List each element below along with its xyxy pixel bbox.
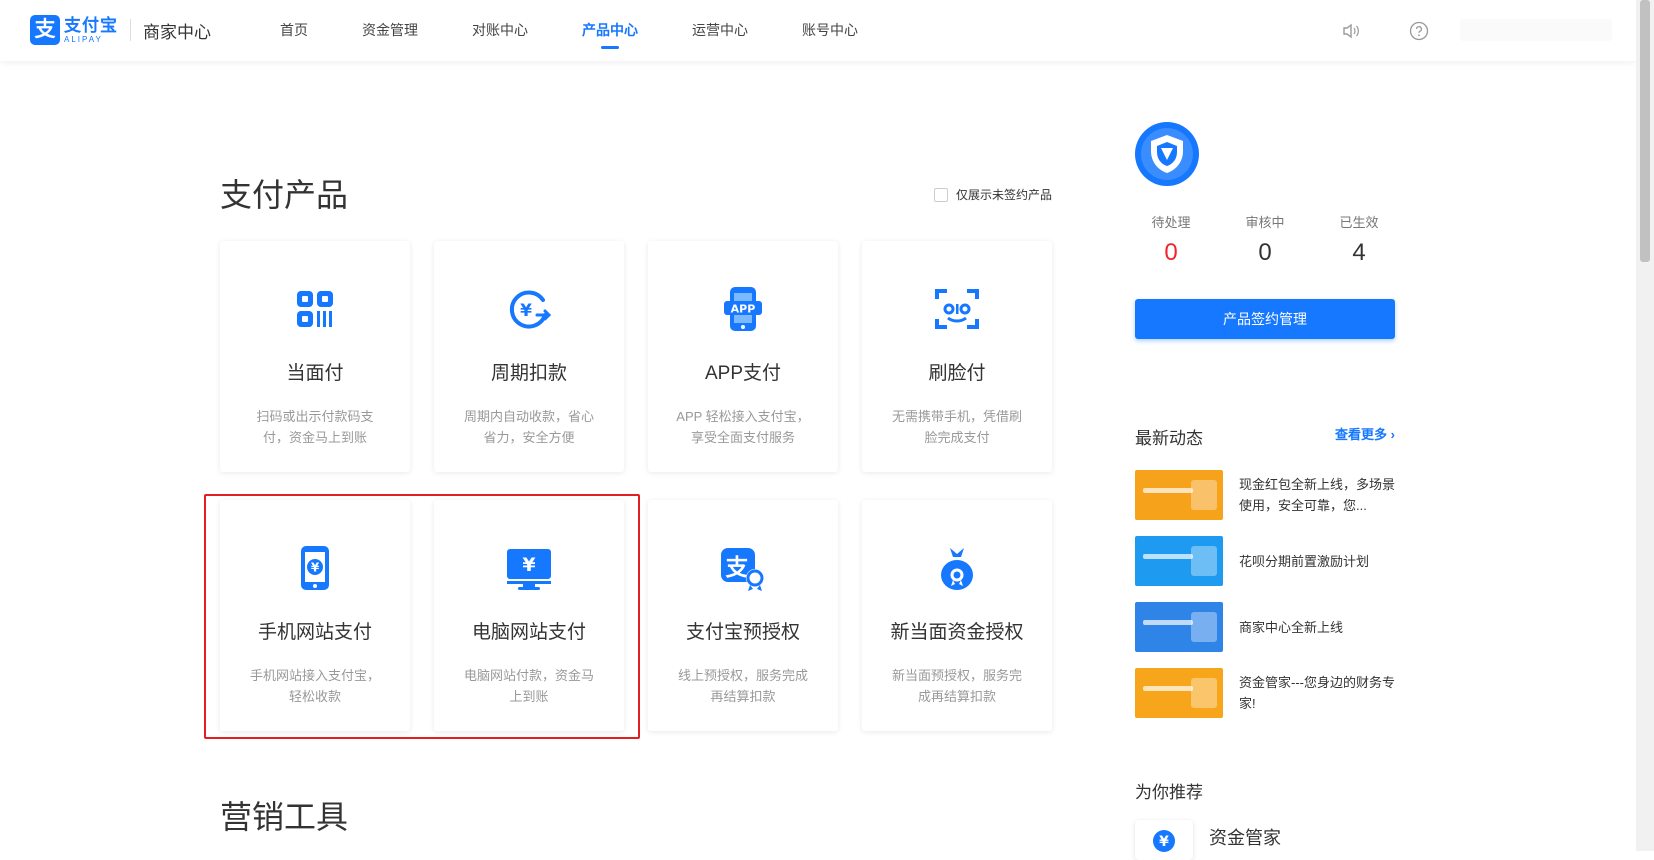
product-title: 手机网站支付 [257,622,372,643]
shield-logo-icon [1135,122,1199,186]
nav-home[interactable]: 首页 [280,0,308,61]
news-header: 最新动态 查看更多 › [1135,424,1395,449]
news-thumbnail [1135,668,1223,718]
app-phone-icon: APP [724,287,762,331]
news-item[interactable]: 商家中心全新上线 [1135,601,1395,653]
svg-text:¥: ¥ [1159,834,1169,850]
product-desc: 电脑网站付款，资金马上到账 [463,668,594,704]
news-text: 花呗分期前置激励计划 [1239,553,1370,569]
unsigned-filter-label: 仅展示未签约产品 [956,188,1053,202]
product-desc: APP 轻松接入支付宝，享受全面支付服务 [676,409,810,445]
main-nav: 首页 资金管理 对账中心 产品中心 运营中心 账号中心 [280,0,912,61]
top-header: 支 支付宝 ALIPAY 商家中心 首页 资金管理 对账中心 产品中心 运营中心… [0,0,1636,61]
news-item[interactable]: 资金管家---您身边的财务专家! [1135,667,1395,719]
unsigned-filter-checkbox[interactable] [934,187,948,202]
product-title: 刷脸付 [928,363,986,384]
money-bag-icon [941,548,973,590]
monitor-yuan-icon: ¥ [507,549,551,590]
product-card-alipay-preauth[interactable]: 支 支付宝预授权 线上预授权，服务完成再结算扣款 [648,500,838,731]
qr-scan-icon [297,291,333,327]
divider [130,19,131,41]
alipay-logo-icon: 支 [30,15,60,45]
svg-text:¥: ¥ [522,554,535,576]
recommend-item[interactable]: ¥ 资金管家 [1135,820,1281,860]
news-item[interactable]: 现金红包全新上线，多场景使用，安全可靠，您... [1135,469,1395,521]
nav-operations[interactable]: 运营中心 [692,0,748,61]
product-title: 当面付 [286,363,344,384]
fund-manager-tile: ¥ [1135,820,1193,860]
news-thumbnail [1135,470,1223,520]
marketing-tools-title: 营销工具 [220,799,349,835]
nav-reconciliation[interactable]: 对账中心 [472,0,528,61]
product-card-pc-web-payment[interactable]: ¥ 电脑网站支付 电脑网站付款，资金马上到账 [434,500,624,731]
cycle-yuan-icon: ¥ [509,290,552,329]
stat-label: 已生效 [1339,215,1379,230]
news-text: 商家中心全新上线 [1239,619,1344,635]
svg-text:支: 支 [725,555,750,581]
product-card-app-payment[interactable]: APP APP支付 APP 轻松接入支付宝，享受全面支付服务 [648,241,838,472]
stat-pending[interactable]: 待处理 0 [1135,212,1207,267]
payment-products-title: 支付产品 [220,177,349,213]
yuan-coin-icon: ¥ [1153,830,1175,852]
alipay-badge-icon: 支 [721,548,764,591]
news-text: 资金管家---您身边的财务专家! [1239,675,1395,711]
recommend-title: 为你推荐 [1135,783,1203,802]
stat-value: 4 [1352,239,1366,266]
view-more-link[interactable]: 查看更多 › [1335,424,1395,449]
mobile-yuan-icon: ¥ [301,546,329,590]
help-icon[interactable] [1409,21,1429,41]
product-title: 周期扣款 [490,363,567,384]
news-thumbnail [1135,536,1223,586]
product-desc: 周期内自动收款，省心省力，安全方便 [463,409,594,445]
product-card-mobile-web-payment[interactable]: ¥ 手机网站支付 手机网站接入支付宝，轻松收款 [220,500,410,731]
unsigned-filter[interactable]: 仅展示未签约产品 [934,186,1052,203]
stat-active[interactable]: 已生效 4 [1323,212,1395,267]
product-title: 新当面资金授权 [890,622,1024,643]
nav-products[interactable]: 产品中心 [582,0,638,61]
alipay-logo[interactable]: 支 支付宝 ALIPAY 商家中心 [30,15,211,45]
product-desc: 无需携带手机，凭借刷脸完成支付 [891,409,1022,445]
news-thumbnail [1135,602,1223,652]
product-card-face-pay[interactable]: 刷脸付 无需携带手机，凭借刷脸完成支付 [862,241,1052,472]
product-title: 电脑网站支付 [471,622,586,643]
svg-text:¥: ¥ [520,301,532,321]
logo-text: 支付宝 [64,15,118,35]
merchant-center-title: 商家中心 [143,22,211,42]
contract-management-button[interactable]: 产品签约管理 [1135,299,1395,339]
product-card-new-fund-auth[interactable]: 新当面资金授权 新当面预授权，服务完成再结算扣款 [862,500,1052,731]
stat-label: 待处理 [1151,215,1191,230]
scrollbar[interactable] [1636,0,1654,851]
stat-label: 审核中 [1245,215,1285,230]
speaker-icon[interactable] [1341,21,1361,41]
recommend-name: 资金管家 [1209,828,1281,848]
stat-value: 0 [1258,239,1272,266]
svg-text:¥: ¥ [311,561,320,575]
product-desc: 手机网站接入支付宝，轻松收款 [249,668,380,704]
product-desc: 扫码或出示付款码支付，资金马上到账 [256,409,374,445]
contract-stats: 待处理 0 审核中 0 已生效 4 [1135,212,1395,267]
product-title: APP支付 [704,363,782,384]
nav-funds[interactable]: 资金管理 [362,0,418,61]
logo-en-text: ALIPAY [64,34,103,44]
svg-text:APP: APP [731,303,756,316]
news-text: 现金红包全新上线，多场景使用，安全可靠，您... [1239,477,1396,513]
scrollbar-thumb[interactable] [1640,0,1650,262]
product-desc: 线上预授权，服务完成再结算扣款 [677,668,808,704]
nav-account[interactable]: 账号中心 [802,0,858,61]
stat-value: 0 [1164,239,1178,266]
stat-reviewing[interactable]: 审核中 0 [1229,212,1301,267]
product-card-face-to-face[interactable]: 当面付 扫码或出示付款码支付，资金马上到账 [220,241,410,472]
news-item[interactable]: 花呗分期前置激励计划 [1135,535,1395,587]
news-title: 最新动态 [1135,429,1203,448]
user-account-menu[interactable] [1460,19,1612,41]
product-title: 支付宝预授权 [685,622,800,643]
face-scan-icon [935,289,979,329]
product-card-periodic-deduction[interactable]: ¥ 周期扣款 周期内自动收款，省心省力，安全方便 [434,241,624,472]
product-grid: 当面付 扫码或出示付款码支付，资金马上到账 ¥ 周期扣款 周期内自动收款，省心省… [220,241,1054,731]
product-desc: 新当面预授权，服务完成再结算扣款 [891,668,1022,704]
